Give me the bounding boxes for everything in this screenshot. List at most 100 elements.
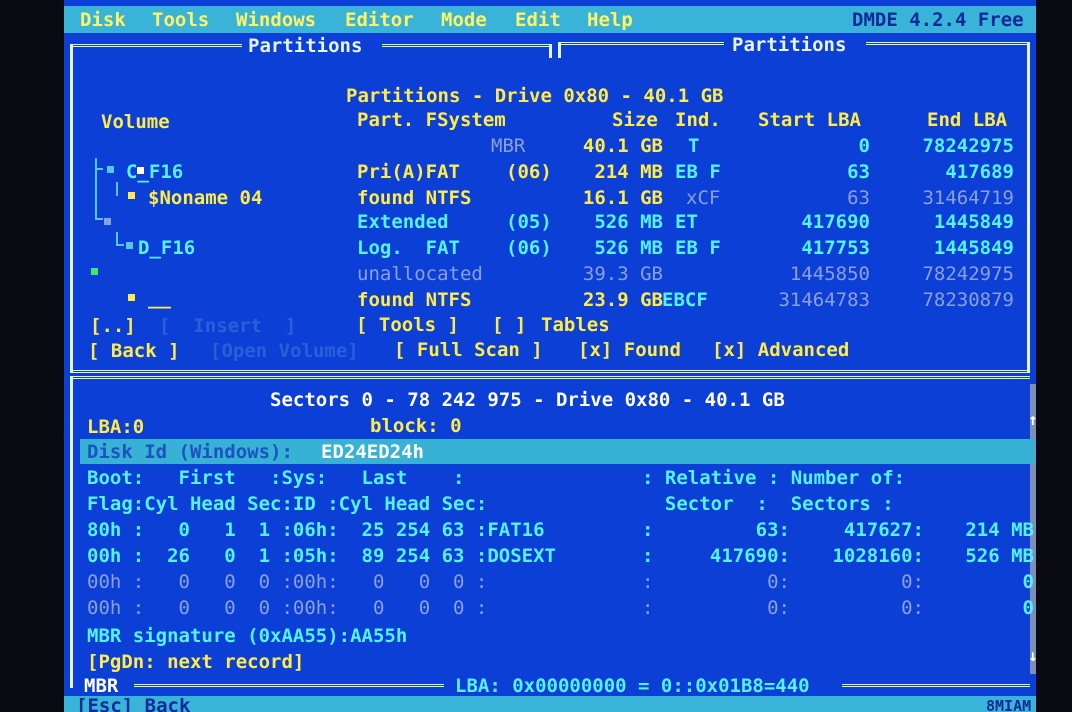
partition-entry[interactable]: 80h : 0 1 1 :06h: 25 254 63 :FAT16 (87, 518, 545, 542)
col-part-fsystem: Part. FSystem (357, 109, 506, 131)
entry-size: 0 (1022, 571, 1034, 593)
col-size: Size (612, 109, 658, 131)
esc-back-hint[interactable]: [Esc] Back (76, 696, 190, 712)
row-ind: xCF (686, 187, 721, 209)
entry-header-1: Boot: First :Sys: Last : (87, 467, 465, 489)
scroll-up-arrow-icon[interactable]: ↑ (1028, 408, 1036, 432)
full-scan-button[interactable]: [ Full Scan ] (394, 338, 543, 362)
partitions-heading: Partitions - Drive 0x80 - 40.1 GB (346, 85, 724, 107)
col-ind: Ind. (675, 109, 721, 131)
row-end: 78242975 (922, 135, 1014, 157)
row-end: 417689 (945, 161, 1014, 183)
disk-id-row[interactable]: Disk Id (Windows): ED24ED24h (80, 439, 1035, 464)
lba-label: LBA:0 (87, 416, 145, 438)
entry-num-sectors: 0: (901, 597, 924, 619)
row-volume[interactable]: $Noname 04 (148, 186, 262, 210)
frame-right-edge (1027, 42, 1030, 372)
menu-editor[interactable]: Editor (345, 8, 414, 32)
volume-square-icon (126, 242, 133, 249)
row-start: 1445850 (789, 263, 870, 285)
footer-right-label: 8MIAM (986, 697, 1032, 712)
sectors-heading: Sectors 0 - 78 242 975 - Drive 0x80 - 40… (270, 389, 785, 411)
volume-square-icon (128, 294, 135, 301)
row-part: Extended (357, 211, 449, 233)
insert-button[interactable]: [ Insert ] (159, 314, 296, 338)
extended-square-icon (104, 218, 111, 225)
unallocated-square-icon (91, 268, 98, 275)
row-part: Log. FAT (357, 237, 460, 259)
row-code: (05) (506, 211, 552, 233)
row-size: 214 MB (594, 161, 663, 183)
tab-partitions-right[interactable]: Partitions (732, 33, 846, 57)
row-code: (06) (506, 237, 552, 259)
entry-header-2: Flag:Cyl Head Sec:ID :Cyl Head Sec: (87, 493, 488, 515)
frame-lower-left-edge (70, 376, 73, 688)
row-start: 31464783 (778, 289, 870, 311)
row-volume[interactable]: D_F16 (138, 236, 195, 260)
menu-edit[interactable]: Edit (515, 8, 561, 32)
col-volume: Volume (101, 111, 170, 133)
frame-lower-bottom-1 (134, 684, 444, 687)
scroll-down-arrow-icon[interactable]: ↓ (1028, 644, 1036, 668)
pgdn-next-record[interactable]: [PgDn: next record] (87, 650, 304, 674)
partition-entry[interactable]: 00h : 26 0 1 :05h: 89 254 63 :DOSEXT (87, 544, 556, 568)
disk-id-value[interactable]: ED24ED24h (321, 440, 424, 464)
col-start-lba: Start LBA (758, 109, 861, 131)
entry-num-sectors: 1028160: (832, 545, 924, 567)
row-ind: ET (675, 211, 698, 233)
tables-label: Tables (541, 314, 610, 336)
block-label: block: 0 (370, 415, 462, 437)
entry-rel-sector: 63: (755, 519, 790, 541)
entry-size: 0 (1022, 597, 1034, 619)
row-start: 0 (858, 135, 870, 157)
row-end: 78242975 (922, 263, 1014, 285)
row-start: 63 (847, 187, 870, 209)
menu-help[interactable]: Help (587, 8, 633, 32)
row-start: 417690 (801, 211, 870, 233)
row-ind: EB F (675, 161, 721, 183)
row-size: 40.1 GB (582, 135, 663, 157)
row-ind: T (688, 135, 700, 157)
menu-windows[interactable]: Windows (236, 8, 316, 32)
frame-divider-2 (558, 42, 561, 58)
row-size: 23.9 GB (582, 289, 663, 311)
dmde-screen: Disk Tools Windows Editor Mode Edit Help… (64, 0, 1036, 712)
up-button[interactable]: [..] (90, 314, 136, 338)
advanced-checkbox[interactable]: [x] Advanced (712, 338, 849, 362)
open-volume-button[interactable]: [Open Volume] (210, 339, 359, 363)
tree-branch-3 (95, 218, 103, 220)
partition-entry[interactable]: 00h : 0 0 0 :00h: 0 0 0 : (87, 570, 487, 594)
frame-top-right-1 (558, 42, 724, 45)
footer-mbr: MBR (84, 675, 119, 697)
tools-button[interactable]: [ Tools ] (356, 313, 459, 337)
row-part: found NTFS (357, 289, 472, 311)
row-code: (06) (506, 161, 552, 183)
mbr-signature: MBR signature (0xAA55):AA55h (87, 625, 408, 647)
entry-header-1b: : Relative : Number of: (642, 467, 906, 489)
row-volume[interactable]: C_F16 (126, 160, 183, 184)
row-volume[interactable]: __ (148, 286, 171, 310)
row-end: 1445849 (933, 211, 1014, 233)
app-title: DMDE 4.2.4 Free (852, 9, 1024, 31)
tab-partitions-left[interactable]: Partitions (248, 34, 362, 58)
tables-checkbox[interactable]: [ ] (492, 313, 526, 337)
entry-size: 214 MB (965, 519, 1034, 541)
row-size: 526 MB (594, 237, 663, 259)
back-button[interactable]: [ Back ] (88, 339, 180, 363)
entry-sep: : (642, 571, 654, 593)
menu-tools[interactable]: Tools (152, 8, 209, 32)
frame-top-left-2 (382, 44, 550, 47)
menu-disk[interactable]: Disk (80, 8, 126, 32)
row-part: MBR (491, 135, 526, 157)
entry-rel-sector: 417690: (709, 545, 790, 567)
col-end-lba: End LBA (927, 109, 1008, 131)
entry-num-sectors: 417627: (843, 519, 924, 541)
found-checkbox[interactable]: [x] Found (578, 338, 681, 362)
entry-sep: : (642, 519, 654, 541)
row-start: 63 (847, 161, 870, 183)
menu-mode[interactable]: Mode (441, 8, 487, 32)
frame-lower-bottom-2 (842, 684, 1030, 687)
frame-top-right-2 (866, 42, 1030, 45)
partition-entry[interactable]: 00h : 0 0 0 :00h: 0 0 0 : (87, 596, 487, 620)
tree-branch-4 (116, 232, 118, 244)
